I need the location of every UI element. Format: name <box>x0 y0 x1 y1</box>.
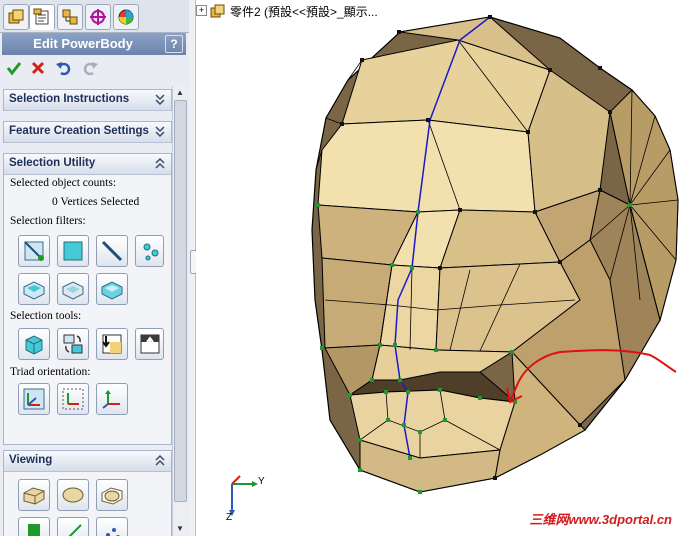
selection-utility-group: Selection Utility Selected object counts… <box>3 153 172 445</box>
part-icon <box>210 4 225 18</box>
chevron-down-icon <box>155 94 165 106</box>
feature-creation-settings-header[interactable]: Feature Creation Settings <box>4 122 171 143</box>
chevron-down-icon <box>155 126 165 138</box>
display-manager-tab-icon <box>118 9 134 25</box>
feature-tree-flyout[interactable]: + 零件2 (預設<<預設>_顯示... <box>196 3 496 21</box>
axis-y-label: Y <box>258 476 265 487</box>
filter-vertices-button[interactable] <box>18 235 50 267</box>
select-all-button[interactable] <box>18 328 50 360</box>
scroll-up-arrow-icon[interactable]: ▲ <box>175 88 185 98</box>
property-manager-tab-icon <box>33 8 49 25</box>
close-icon <box>31 61 45 75</box>
view-extra-1-button[interactable] <box>18 517 50 536</box>
watermark: 三维网www.3dportal.cn <box>529 512 672 527</box>
points-filter-icon <box>143 243 158 261</box>
selected-counts-value: 0 Vertices Selected <box>52 196 140 208</box>
undo-button[interactable] <box>54 58 74 78</box>
selection-utility-title: Selection Utility <box>9 157 96 169</box>
green-square-icon <box>28 524 40 536</box>
filter-tray-2-button[interactable] <box>57 273 89 305</box>
dimxpert-tab-icon <box>90 9 106 25</box>
vertex-filter-icon <box>24 241 44 261</box>
smooth-body-icon <box>62 487 84 503</box>
axis-z-label: Z <box>226 512 233 523</box>
tray-cyan-icon <box>101 281 123 300</box>
action-buttons <box>2 58 186 80</box>
panel-title: Edit PowerBody <box>33 36 133 51</box>
filter-tray-1-button[interactable] <box>18 273 50 305</box>
triad-view-icon <box>102 390 120 409</box>
swap-selection-icon <box>63 334 83 354</box>
feature-creation-settings-group: Feature Creation Settings <box>3 121 172 143</box>
cube-select-icon <box>25 335 43 355</box>
tray-filled-icon <box>62 281 84 300</box>
filter-faces-button[interactable] <box>57 235 89 267</box>
dimxpert-tab[interactable] <box>85 4 111 30</box>
scrollbar-thumb[interactable] <box>174 100 187 502</box>
selection-tools-label: Selection tools: <box>10 310 82 322</box>
help-button[interactable]: ? <box>165 35 183 53</box>
edge-view-icon <box>68 524 82 536</box>
configuration-manager-tab[interactable] <box>57 4 83 30</box>
selected-counts-label: Selected object counts: <box>10 177 117 189</box>
triad-global-button[interactable] <box>18 383 50 415</box>
viewing-header[interactable]: Viewing <box>4 451 171 472</box>
reference-triad: Y Z <box>222 472 272 526</box>
property-manager-panel: Edit PowerBody ? Selection Instructions … <box>0 0 190 536</box>
view-extra-3-button[interactable] <box>96 517 128 536</box>
configuration-manager-tab-icon <box>62 9 78 25</box>
redo-button[interactable] <box>80 58 100 78</box>
grid-up-icon <box>140 334 159 354</box>
grow-selection-button[interactable] <box>96 328 128 360</box>
cancel-button[interactable] <box>28 58 48 78</box>
part-name: 零件2 (預設<<預設>_顯示... <box>230 5 378 19</box>
face-filter-icon <box>63 241 83 261</box>
panel-scrollbar[interactable]: ▲ ▼ <box>172 86 187 536</box>
triad-view-button[interactable] <box>96 383 128 415</box>
box-body-icon <box>23 487 45 505</box>
undo-icon <box>56 62 71 76</box>
edge-filter-icon <box>101 240 123 262</box>
view-extra-2-button[interactable] <box>57 517 89 536</box>
selection-utility-header[interactable]: Selection Utility <box>4 154 171 175</box>
invert-selection-button[interactable] <box>57 328 89 360</box>
display-manager-tab[interactable] <box>113 4 139 30</box>
selection-instructions-title: Selection Instructions <box>9 93 130 105</box>
selection-filters-label: Selection filters: <box>10 215 86 227</box>
ok-button[interactable] <box>4 58 24 78</box>
head-mesh-model[interactable] <box>196 0 692 536</box>
filter-tray-3-button[interactable] <box>96 273 128 305</box>
points-view-icon <box>106 528 120 536</box>
property-manager-tab[interactable] <box>29 4 55 30</box>
triad-orientation-label: Triad orientation: <box>10 366 91 378</box>
view-box-button[interactable] <box>18 479 50 511</box>
feature-manager-tab-icon <box>8 9 24 24</box>
triad-global-icon <box>23 388 45 410</box>
panel-tab-bar <box>0 0 189 33</box>
graphics-area[interactable] <box>196 0 692 536</box>
redo-icon <box>83 62 98 76</box>
viewing-group: Viewing <box>3 450 172 536</box>
view-both-button[interactable] <box>96 479 128 511</box>
scroll-down-arrow-icon[interactable]: ▼ <box>175 524 185 534</box>
expand-toggle-icon[interactable]: + <box>196 5 207 16</box>
check-icon <box>6 62 22 76</box>
chevron-up-icon <box>155 157 165 169</box>
view-smooth-button[interactable] <box>57 479 89 511</box>
tray-open-icon <box>23 281 45 300</box>
filter-edges-button[interactable] <box>96 235 128 267</box>
triad-local-icon <box>62 388 84 410</box>
selection-instructions-header[interactable]: Selection Instructions <box>4 90 171 111</box>
grid-down-icon <box>102 334 122 354</box>
viewing-title: Viewing <box>9 454 53 466</box>
panel-title-bar: Edit PowerBody ? <box>2 33 186 55</box>
selection-instructions-group: Selection Instructions <box>3 89 172 111</box>
filter-points-button[interactable] <box>135 235 164 267</box>
chevron-up-icon <box>155 454 165 466</box>
triad-local-button[interactable] <box>57 383 89 415</box>
shrink-selection-button[interactable] <box>135 328 164 360</box>
feature-creation-settings-title: Feature Creation Settings <box>9 125 149 137</box>
feature-manager-tab[interactable] <box>3 4 29 30</box>
cage-body-icon <box>101 487 123 505</box>
